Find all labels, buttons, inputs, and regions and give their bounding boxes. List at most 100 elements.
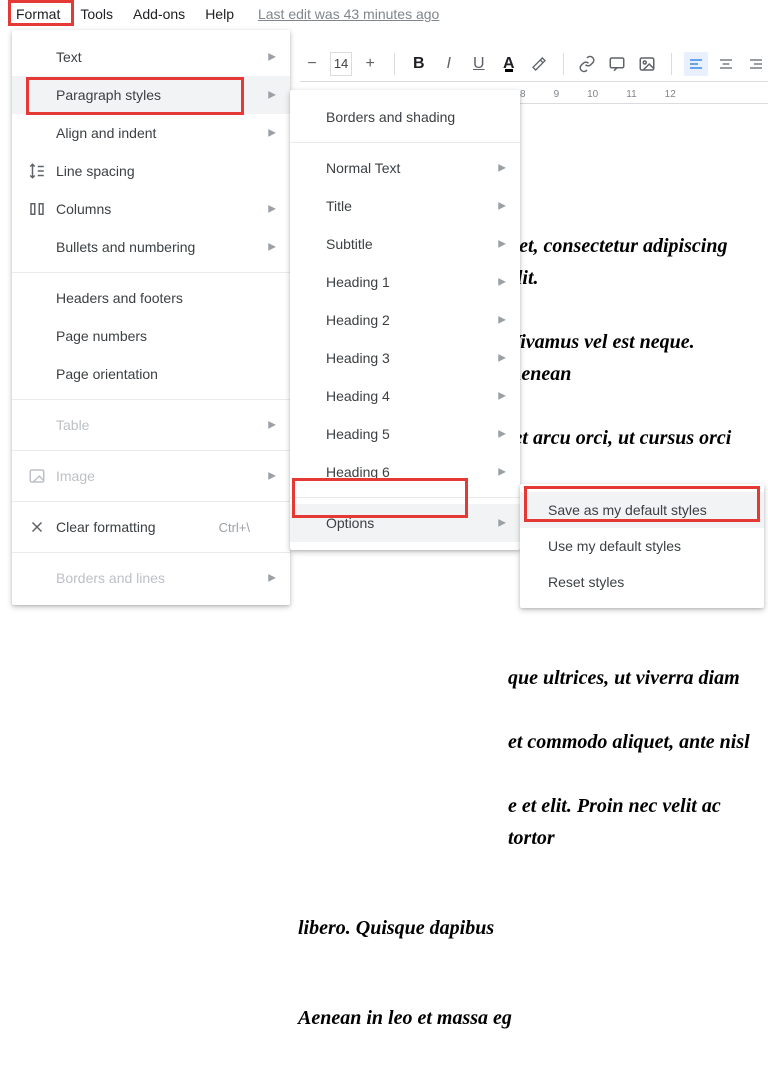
doc-line: net, consectetur adipiscing elit. bbox=[508, 230, 760, 294]
submenu-arrow-icon: ▶ bbox=[268, 420, 276, 431]
menu-item-heading-2[interactable]: Heading 2 ▶ bbox=[290, 301, 520, 339]
menu-item-clear-formatting[interactable]: Clear formatting Ctrl+\ bbox=[12, 508, 290, 546]
menu-item-label: Page numbers bbox=[56, 328, 250, 344]
submenu-arrow-icon: ▶ bbox=[268, 52, 276, 63]
font-size-decrease-button[interactable]: − bbox=[300, 52, 324, 76]
menu-item-label: Paragraph styles bbox=[56, 87, 250, 103]
menu-item-label: Options bbox=[326, 515, 480, 531]
menu-item-label: Use my default styles bbox=[548, 538, 724, 554]
menu-item-columns[interactable]: Columns ▶ bbox=[12, 190, 290, 228]
image-icon bbox=[638, 55, 656, 73]
font-size-input[interactable]: 14 bbox=[330, 52, 352, 76]
menu-item-label: Heading 2 bbox=[326, 312, 480, 328]
align-center-icon bbox=[718, 56, 734, 72]
menu-item-options[interactable]: Options ▶ bbox=[290, 504, 520, 542]
menu-item-text[interactable]: Text ▶ bbox=[12, 38, 290, 76]
menu-divider bbox=[290, 142, 520, 143]
text-color-button[interactable]: A bbox=[497, 52, 521, 76]
paragraph-styles-menu: Borders and shading Normal Text ▶ Title … bbox=[290, 90, 520, 550]
insert-image-button[interactable] bbox=[635, 52, 659, 76]
menu-item-label: Page orientation bbox=[56, 366, 250, 382]
align-center-button[interactable] bbox=[714, 52, 738, 76]
insert-link-button[interactable] bbox=[575, 52, 599, 76]
menu-item-reset-styles[interactable]: Reset styles bbox=[520, 564, 764, 600]
toolbar-separator bbox=[671, 53, 672, 75]
menu-item-label: Subtitle bbox=[326, 236, 480, 252]
toolbar: − 14 + B I U A bbox=[300, 50, 768, 82]
menu-item-label: Borders and lines bbox=[56, 570, 250, 586]
menu-item-heading-4[interactable]: Heading 4 ▶ bbox=[290, 377, 520, 415]
menu-item-label: Save as my default styles bbox=[548, 502, 724, 518]
menu-format[interactable]: Format bbox=[6, 2, 70, 26]
submenu-arrow-icon: ▶ bbox=[498, 315, 506, 326]
menu-item-heading-3[interactable]: Heading 3 ▶ bbox=[290, 339, 520, 377]
menubar: Format Tools Add-ons Help Last edit was … bbox=[0, 0, 768, 28]
ruler-tick: 12 bbox=[665, 89, 676, 100]
document-body[interactable]: net, consectetur adipiscing elit. Vivamu… bbox=[508, 150, 760, 1066]
menu-item-page-orientation[interactable]: Page orientation bbox=[12, 355, 290, 393]
doc-line: libero. Quisque dapibus bbox=[298, 912, 760, 944]
menu-item-align-indent[interactable]: Align and indent ▶ bbox=[12, 114, 290, 152]
submenu-arrow-icon: ▶ bbox=[498, 239, 506, 250]
menu-item-heading-5[interactable]: Heading 5 ▶ bbox=[290, 415, 520, 453]
menu-item-label: Columns bbox=[56, 201, 250, 217]
submenu-arrow-icon: ▶ bbox=[498, 277, 506, 288]
menu-item-label: Heading 6 bbox=[326, 464, 480, 480]
menu-divider bbox=[12, 399, 290, 400]
menu-item-label: Bullets and numbering bbox=[56, 239, 250, 255]
align-left-icon bbox=[688, 56, 704, 72]
menu-item-title[interactable]: Title ▶ bbox=[290, 187, 520, 225]
menu-divider bbox=[12, 552, 290, 553]
menu-item-label: Heading 1 bbox=[326, 274, 480, 290]
menu-item-label: Heading 3 bbox=[326, 350, 480, 366]
comment-icon bbox=[608, 55, 626, 73]
ruler-tick: 10 bbox=[587, 89, 598, 100]
menu-item-normal-text[interactable]: Normal Text ▶ bbox=[290, 149, 520, 187]
menu-item-headers-footers[interactable]: Headers and footers bbox=[12, 279, 290, 317]
font-size-increase-button[interactable]: + bbox=[358, 52, 382, 76]
menu-item-subtitle[interactable]: Subtitle ▶ bbox=[290, 225, 520, 263]
menu-divider bbox=[12, 450, 290, 451]
menu-divider bbox=[290, 497, 520, 498]
menu-tools[interactable]: Tools bbox=[70, 2, 123, 26]
last-edit-text[interactable]: Last edit was 43 minutes ago bbox=[258, 6, 439, 22]
menu-item-label: Table bbox=[56, 417, 250, 433]
menu-item-borders-lines: Borders and lines ▶ bbox=[12, 559, 290, 597]
bold-button[interactable]: B bbox=[407, 52, 431, 76]
menu-item-label: Borders and shading bbox=[326, 109, 480, 125]
menu-item-page-numbers[interactable]: Page numbers bbox=[12, 317, 290, 355]
menu-divider bbox=[12, 272, 290, 273]
align-right-button[interactable] bbox=[744, 52, 768, 76]
menu-item-use-default-styles[interactable]: Use my default styles bbox=[520, 528, 764, 564]
menu-item-line-spacing[interactable]: Line spacing bbox=[12, 152, 290, 190]
align-right-icon bbox=[748, 56, 764, 72]
menu-item-save-default-styles[interactable]: Save as my default styles bbox=[520, 492, 764, 528]
menu-item-paragraph-styles[interactable]: Paragraph styles ▶ bbox=[12, 76, 290, 114]
menu-item-bullets-numbering[interactable]: Bullets and numbering ▶ bbox=[12, 228, 290, 266]
menu-item-label: Normal Text bbox=[326, 160, 480, 176]
menu-item-image: Image ▶ bbox=[12, 457, 290, 495]
submenu-arrow-icon: ▶ bbox=[498, 163, 506, 174]
menu-item-label: Line spacing bbox=[56, 163, 250, 179]
menu-addons[interactable]: Add-ons bbox=[123, 2, 195, 26]
ruler: 8 9 10 11 12 bbox=[520, 86, 768, 104]
submenu-arrow-icon: ▶ bbox=[498, 201, 506, 212]
ruler-tick: 9 bbox=[554, 89, 560, 100]
insert-comment-button[interactable] bbox=[605, 52, 629, 76]
menu-item-label: Heading 4 bbox=[326, 388, 480, 404]
menu-item-borders-shading[interactable]: Borders and shading bbox=[290, 98, 520, 136]
submenu-arrow-icon: ▶ bbox=[268, 128, 276, 139]
italic-button[interactable]: I bbox=[437, 52, 461, 76]
highlight-color-button[interactable] bbox=[527, 52, 551, 76]
menu-item-heading-6[interactable]: Heading 6 ▶ bbox=[290, 453, 520, 491]
submenu-arrow-icon: ▶ bbox=[498, 429, 506, 440]
align-left-button[interactable] bbox=[684, 52, 708, 76]
menu-help[interactable]: Help bbox=[195, 2, 244, 26]
menu-item-label: Heading 5 bbox=[326, 426, 480, 442]
underline-button[interactable]: U bbox=[467, 52, 491, 76]
menu-item-heading-1[interactable]: Heading 1 ▶ bbox=[290, 263, 520, 301]
doc-line: Aenean in leo et massa eg bbox=[298, 1002, 760, 1034]
highlighter-icon bbox=[531, 56, 547, 72]
doc-line: et commodo aliquet, ante nisl bbox=[508, 726, 760, 758]
menu-item-table: Table ▶ bbox=[12, 406, 290, 444]
